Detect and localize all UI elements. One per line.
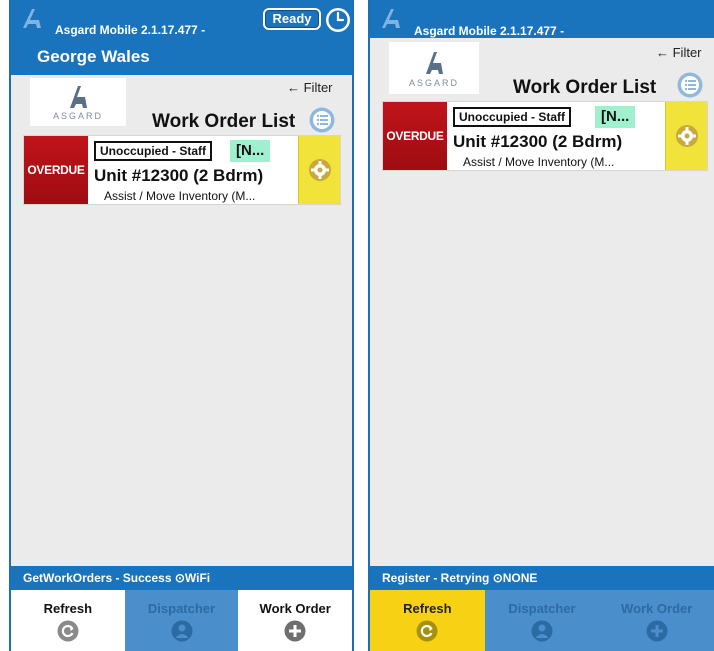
asgard-app-logo-icon <box>382 9 400 28</box>
bottom-tab-bar: Refresh Dispatcher Work Order <box>370 590 714 651</box>
asgard-logo: ASGARD <box>389 42 479 94</box>
app-header: Asgard Mobile 2.1.17.477 - George Wales … <box>11 0 352 75</box>
work-order-list-area: ASGARD ← Filter Work Order List OVERDUE … <box>370 38 714 651</box>
occupancy-badge: Unoccupied - Staff <box>94 141 213 161</box>
clock-icon[interactable] <box>325 7 351 33</box>
left-phone-screen: Asgard Mobile 2.1.17.477 - George Wales … <box>9 0 354 651</box>
app-header: Asgard Mobile 2.1.17.477 - <box>370 0 714 38</box>
sync-status-bar: GetWorkOrders - Success ⊙WiFi <box>11 566 352 590</box>
list-menu-icon[interactable] <box>677 72 703 98</box>
work-order-actions-button[interactable] <box>665 102 707 170</box>
plus-icon <box>646 620 668 642</box>
work-order-status-badge: [N... <box>595 106 636 128</box>
tab-refresh-label: Refresh <box>43 601 93 616</box>
filter-link[interactable]: ← Filter <box>287 80 333 95</box>
work-order-status-badge: [N... <box>230 140 271 162</box>
tab-refresh[interactable]: Refresh <box>11 590 125 651</box>
tab-refresh-label: Refresh <box>403 601 452 616</box>
sync-status-bar: Register - Retrying ⊙NONE <box>370 566 714 590</box>
asgard-logo: ASGARD <box>30 78 126 126</box>
asgard-logo-icon: ASGARD <box>409 52 459 88</box>
work-order-description: Assist / Move Inventory (M... <box>104 189 256 203</box>
app-title: Asgard Mobile 2.1.17.477 - <box>414 24 565 38</box>
asgard-logo-icon: ASGARD <box>53 86 103 121</box>
tab-dispatcher[interactable]: Dispatcher <box>484 590 600 651</box>
refresh-icon <box>57 620 79 642</box>
list-title: Work Order List <box>152 111 296 132</box>
tab-dispatcher-label: Dispatcher <box>147 601 216 616</box>
bottom-tab-bar: Refresh Dispatcher Work Order <box>11 590 352 651</box>
list-menu-icon[interactable] <box>309 107 335 133</box>
plus-icon <box>284 620 306 642</box>
occupancy-badge: Unoccupied - Staff <box>453 107 572 127</box>
app-title: Asgard Mobile 2.1.17.477 - <box>55 23 206 37</box>
tab-work-order[interactable]: Work Order <box>238 590 352 651</box>
tab-dispatcher-label: Dispatcher <box>508 601 576 616</box>
tab-work-order-label: Work Order <box>621 601 693 616</box>
person-icon <box>531 620 553 642</box>
svg-text:ASGARD: ASGARD <box>53 111 103 121</box>
work-order-actions-button[interactable] <box>298 136 340 204</box>
asgard-app-logo-icon <box>23 9 41 28</box>
list-title: Work Order List <box>513 77 657 98</box>
tab-work-order[interactable]: Work Order <box>599 590 714 651</box>
overdue-badge: OVERDUE <box>24 136 88 204</box>
overdue-badge: OVERDUE <box>383 102 447 170</box>
work-order-list-area: ASGARD ← Filter Work Order List OVERDUE … <box>11 75 352 651</box>
tab-work-order-label: Work Order <box>259 601 331 616</box>
right-phone-screen: Asgard Mobile 2.1.17.477 - ASGARD ← Filt… <box>368 0 714 651</box>
unit-title: Unit #12300 (2 Bdrm) <box>453 132 623 151</box>
tab-refresh[interactable]: Refresh <box>370 590 485 651</box>
gear-icon <box>309 159 331 181</box>
svg-text:ASGARD: ASGARD <box>409 78 459 88</box>
ready-status-badge[interactable]: Ready <box>263 8 321 30</box>
filter-link[interactable]: ← Filter <box>656 45 702 60</box>
person-icon <box>171 620 192 642</box>
work-order-card[interactable]: OVERDUE Unoccupied - Staff [N... Unit #1… <box>382 101 708 171</box>
work-order-card[interactable]: OVERDUE Unoccupied - Staff [N... Unit #1… <box>23 135 341 205</box>
gear-icon <box>676 125 698 147</box>
unit-title: Unit #12300 (2 Bdrm) <box>94 166 264 185</box>
tab-dispatcher[interactable]: Dispatcher <box>124 590 239 651</box>
user-name: George Wales <box>37 47 150 66</box>
work-order-description: Assist / Move Inventory (M... <box>463 155 615 169</box>
refresh-icon <box>416 620 438 642</box>
